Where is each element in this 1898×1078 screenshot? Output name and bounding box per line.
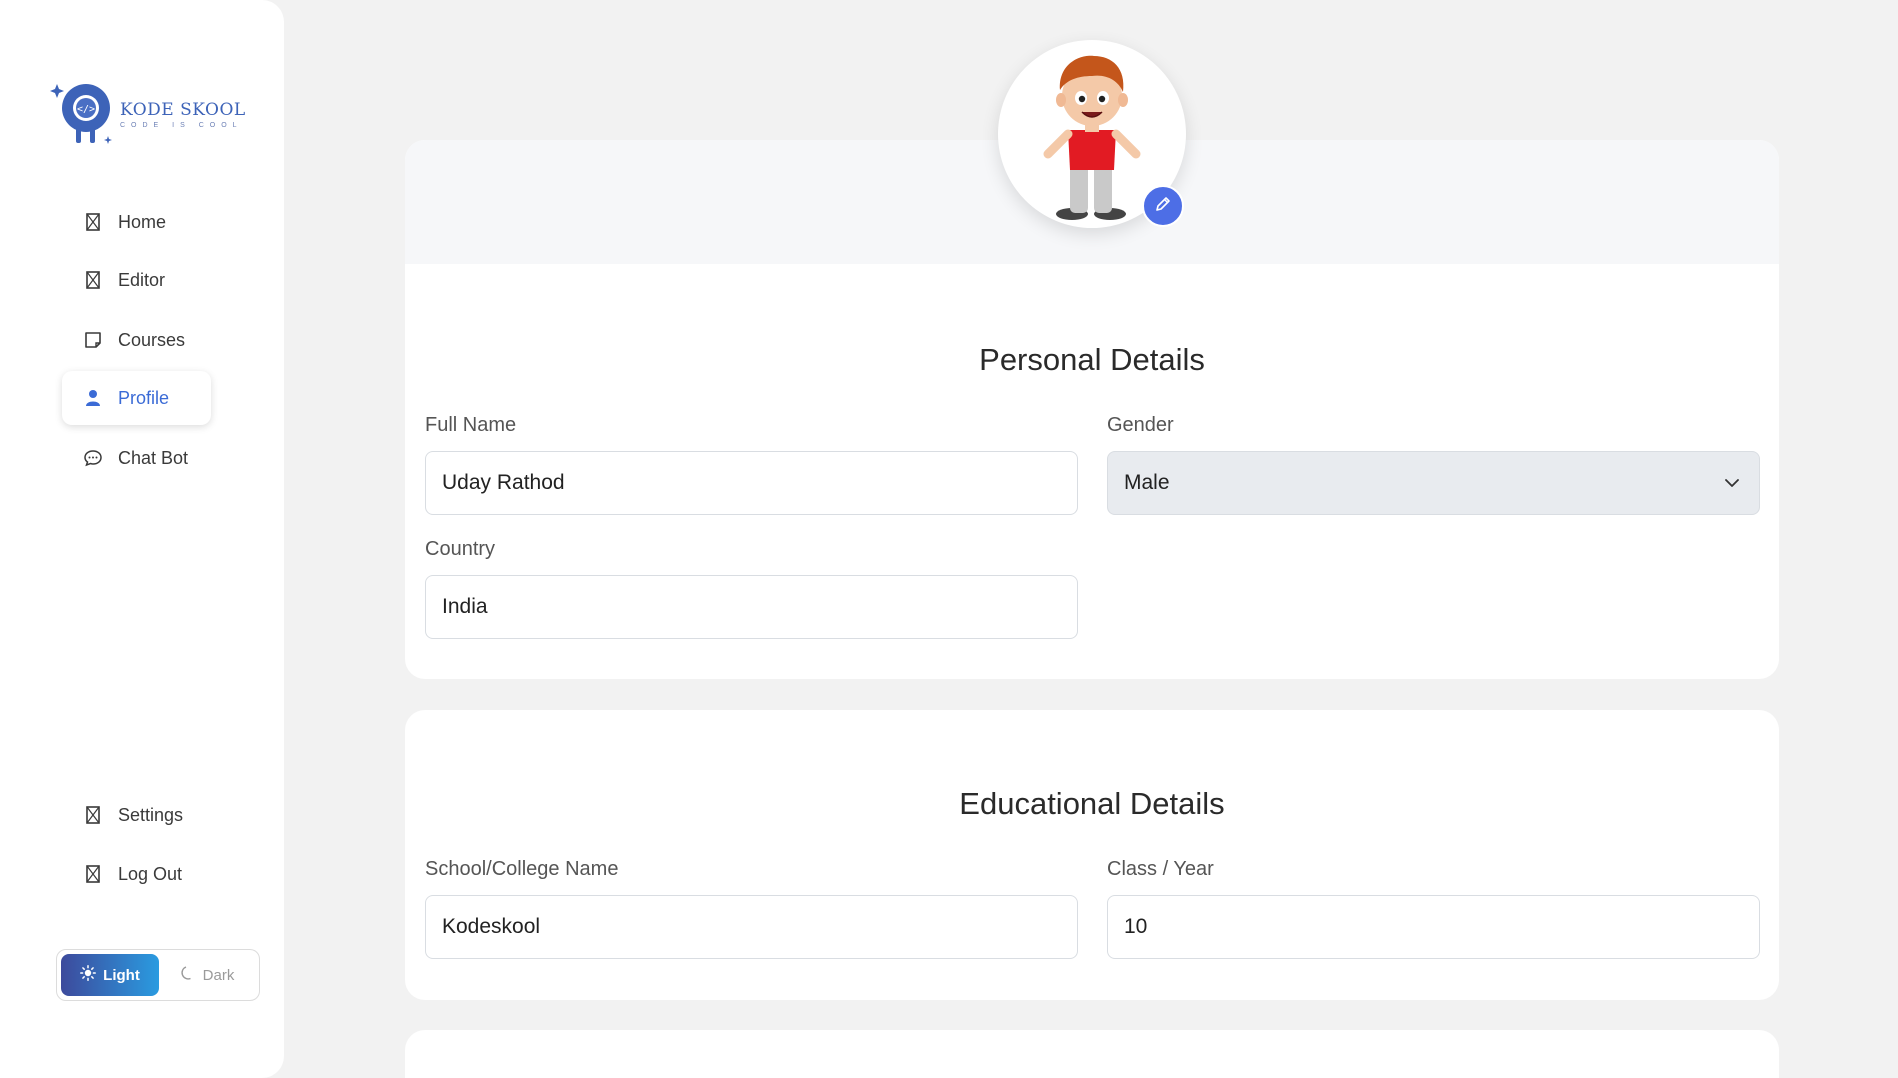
gender-select[interactable]: Male bbox=[1107, 451, 1760, 515]
school-field[interactable]: Kodeskool bbox=[425, 895, 1078, 959]
educational-details-title: Educational Details bbox=[959, 786, 1225, 821]
user-icon bbox=[82, 387, 104, 409]
school-value: Kodeskool bbox=[442, 915, 541, 938]
sidebar-item-chat-bot[interactable]: Chat Bot bbox=[62, 431, 211, 485]
brand-logo[interactable]: </> KODE SKOOL CODE IS COOL bbox=[48, 78, 246, 150]
class-value: 10 bbox=[1124, 915, 1148, 938]
svg-text:</>: </> bbox=[77, 104, 95, 115]
sidebar-item-courses[interactable]: Courses bbox=[62, 313, 211, 367]
educational-details-card: Educational Details School/College Name … bbox=[405, 710, 1779, 1000]
sidebar-item-label: Log Out bbox=[118, 863, 183, 884]
next-section-card bbox=[405, 1030, 1779, 1078]
theme-toggle: Light Dark bbox=[56, 949, 260, 1001]
chevron-down-icon bbox=[1725, 475, 1739, 491]
class-label: Class / Year bbox=[1107, 858, 1214, 880]
broken-image-icon bbox=[82, 863, 104, 885]
school-label: School/College Name bbox=[425, 858, 619, 880]
full-name-field[interactable]: Uday Rathod bbox=[425, 451, 1078, 515]
sidebar-item-log-out[interactable]: Log Out bbox=[62, 847, 211, 901]
sidebar-item-label: Chat Bot bbox=[118, 447, 189, 468]
sidebar-item-home[interactable]: Home bbox=[62, 195, 211, 249]
sun-icon bbox=[80, 965, 97, 985]
chat-icon bbox=[82, 447, 104, 469]
edit-avatar-button[interactable] bbox=[1142, 185, 1184, 227]
sidebar-item-editor[interactable]: Editor bbox=[62, 253, 211, 307]
broken-image-icon bbox=[82, 804, 104, 826]
sidebar-item-label: Home bbox=[118, 211, 167, 232]
cartoon-boy-avatar bbox=[1043, 55, 1141, 220]
brand-name: KODE SKOOL bbox=[120, 99, 246, 120]
class-field[interactable]: 10 bbox=[1107, 895, 1760, 959]
pencil-icon bbox=[1154, 195, 1172, 218]
sidebar-item-label: Settings bbox=[118, 804, 184, 825]
country-field[interactable]: India bbox=[425, 575, 1078, 639]
dark-theme-label: Dark bbox=[202, 966, 235, 984]
sidebar-item-settings[interactable]: Settings bbox=[62, 788, 211, 842]
full-name-label: Full Name bbox=[425, 414, 517, 436]
light-theme-label: Light bbox=[103, 966, 140, 984]
kodeskool-logo-icon: </> bbox=[48, 78, 114, 150]
brand-tagline: CODE IS COOL bbox=[120, 121, 243, 129]
country-value: India bbox=[442, 595, 488, 618]
sidebar-item-label: Editor bbox=[118, 269, 166, 290]
sidebar: </> KODE SKOOL CODE IS COOL Home Editor … bbox=[0, 0, 284, 1078]
full-name-value: Uday Rathod bbox=[442, 471, 565, 494]
sidebar-item-label: Courses bbox=[118, 329, 186, 350]
dark-theme-button[interactable]: Dark bbox=[159, 954, 255, 996]
moon-icon bbox=[180, 965, 196, 985]
country-label: Country bbox=[425, 538, 496, 560]
note-icon bbox=[82, 329, 104, 351]
sidebar-item-profile[interactable]: Profile bbox=[62, 371, 211, 425]
gender-label: Gender bbox=[1107, 414, 1174, 436]
light-theme-button[interactable]: Light bbox=[61, 954, 159, 996]
broken-image-icon bbox=[82, 211, 104, 233]
sidebar-item-label: Profile bbox=[118, 387, 170, 408]
gender-value: Male bbox=[1124, 471, 1170, 494]
broken-image-icon bbox=[82, 269, 104, 291]
personal-details-title: Personal Details bbox=[979, 342, 1205, 377]
